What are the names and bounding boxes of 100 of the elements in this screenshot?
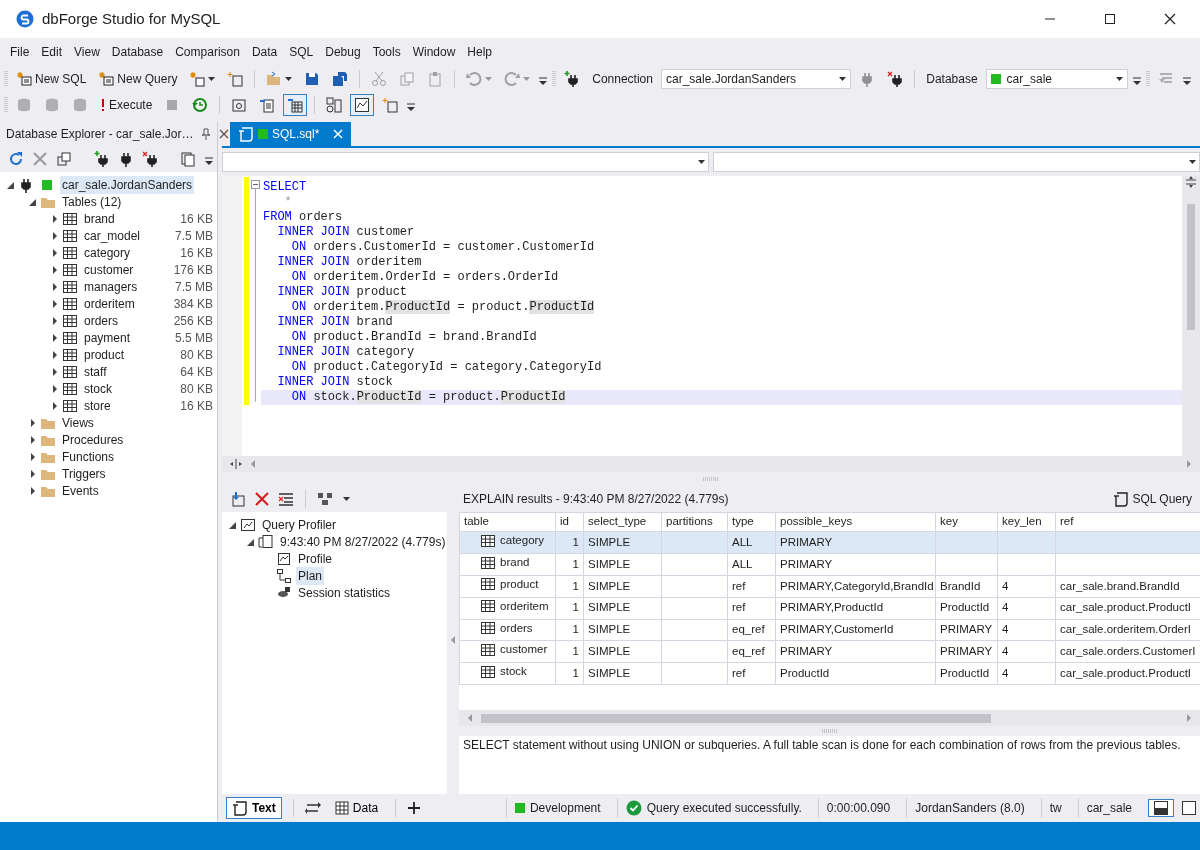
menu-item[interactable]: SQL	[283, 41, 320, 63]
splitter-icon[interactable]	[1185, 176, 1197, 188]
menu-item[interactable]: View	[68, 41, 106, 63]
toolbar-button[interactable]: New SQL	[12, 68, 91, 90]
tree-item[interactable]: Tables (12)	[60, 192, 124, 211]
splitter-icon[interactable]	[230, 458, 242, 470]
close-icon[interactable]	[219, 129, 230, 139]
column-header[interactable]: possible_keys	[775, 512, 936, 532]
swap-icon[interactable]	[304, 800, 321, 816]
tree-item[interactable]: managers	[82, 277, 140, 296]
diagram-icon[interactable]	[317, 491, 335, 507]
table-cell: 1	[555, 619, 584, 641]
splitter-grip-icon[interactable]	[819, 726, 840, 736]
close-icon[interactable]	[1164, 13, 1176, 25]
column-header[interactable]: table	[459, 512, 556, 532]
table-cell[interactable]: category	[459, 531, 556, 554]
table-cell[interactable]: customer	[459, 640, 556, 663]
toolbar-grip-icon[interactable]	[1145, 70, 1150, 88]
menu-item[interactable]: Comparison	[169, 41, 246, 63]
column-header[interactable]: key	[935, 512, 998, 532]
tree-item[interactable]: store	[82, 396, 113, 415]
plug-icon[interactable]	[118, 151, 134, 167]
tree-item[interactable]: Views	[60, 413, 96, 432]
table-cell[interactable]: product	[459, 575, 556, 598]
table-icon	[480, 643, 496, 657]
table-cell[interactable]: orderitem	[459, 597, 556, 619]
pin-icon[interactable]	[201, 128, 212, 140]
tree-item[interactable]: Triggers	[60, 464, 108, 483]
panel-icon[interactable]	[1182, 801, 1196, 815]
column-header[interactable]: select_type	[583, 512, 662, 532]
scrollbar-thumb[interactable]	[1187, 204, 1195, 330]
sql-query-button[interactable]: SQL Query	[1109, 488, 1196, 510]
toolbar-button[interactable]	[350, 94, 375, 116]
table-cell[interactable]: brand	[459, 553, 556, 576]
caret-icon	[1189, 160, 1196, 164]
table-cell: 4	[997, 619, 1056, 641]
column-header[interactable]: ref	[1055, 512, 1200, 532]
tree-item[interactable]: Events	[60, 481, 101, 500]
tree-item[interactable]: orders	[82, 311, 120, 330]
column-header[interactable]: partitions	[661, 512, 728, 532]
dropdown-field[interactable]	[222, 152, 709, 172]
windows-icon[interactable]	[56, 151, 72, 167]
menu-item[interactable]: Data	[245, 41, 284, 63]
tree-item[interactable]: car_model	[82, 226, 143, 245]
tree-item[interactable]: Functions	[60, 447, 117, 466]
document-tab[interactable]: SQL.sql*	[230, 122, 352, 146]
maximize-icon[interactable]	[1104, 13, 1116, 25]
dropdown-field[interactable]: car_sale	[985, 69, 1128, 89]
scrollbar-thumb[interactable]	[481, 713, 991, 723]
delete-icon[interactable]	[254, 491, 270, 507]
table-icon	[334, 801, 349, 815]
tree-item[interactable]: Plan	[296, 566, 325, 585]
menu-item[interactable]: Help	[461, 41, 499, 63]
documents-icon[interactable]	[180, 151, 196, 167]
tree-item[interactable]: Session statistics	[296, 583, 393, 602]
toolbar-grip-icon[interactable]	[4, 96, 8, 114]
menu-item[interactable]: Debug	[319, 41, 367, 63]
menu-item[interactable]: Window	[406, 41, 462, 63]
splitter-grip-icon[interactable]	[701, 476, 721, 482]
code-line: ON product.CategoryId = category.CategoryId	[290, 360, 603, 375]
tree-item[interactable]: product	[82, 345, 127, 364]
tree-item[interactable]: category	[82, 243, 133, 262]
tree-item[interactable]: stock	[82, 379, 114, 398]
plug-remove-icon[interactable]	[142, 151, 158, 167]
tree-item[interactable]: staff	[82, 362, 109, 381]
tree-item[interactable]: customer	[82, 260, 136, 279]
toolbar-button[interactable]: New Query	[94, 68, 182, 90]
dropdown-field[interactable]: car_sale.JordanSanders	[660, 69, 852, 89]
tree-item[interactable]: car_sale.JordanSanders	[60, 175, 195, 194]
execute-button[interactable]: Execute	[96, 94, 157, 116]
dropdown-field[interactable]	[713, 152, 1200, 172]
column-header[interactable]: key_len	[997, 512, 1056, 532]
table-cell: SIMPLE	[583, 575, 662, 598]
view-tab[interactable]: Data	[328, 797, 385, 819]
tree-item[interactable]: brand	[82, 209, 117, 228]
tree-item[interactable]: orderitem	[82, 294, 137, 313]
view-tab[interactable]: Text	[226, 797, 282, 819]
tree-item[interactable]: Procedures	[60, 430, 126, 449]
status-text: 0:00:00.090	[826, 800, 891, 817]
collapse-icon[interactable]	[250, 180, 260, 189]
table-cell[interactable]: stock	[459, 662, 556, 685]
add-icon[interactable]	[407, 801, 422, 815]
refresh-icon[interactable]	[8, 151, 24, 167]
toolbar-grip-icon[interactable]	[552, 70, 557, 88]
column-header[interactable]: id	[555, 512, 584, 532]
caret-icon[interactable]	[343, 497, 350, 501]
tree-item[interactable]: Profile	[296, 549, 334, 568]
menu-item[interactable]: Tools	[366, 41, 407, 63]
toolbar-grip-icon[interactable]	[4, 70, 8, 88]
menu-item[interactable]: Edit	[35, 41, 69, 63]
tree-item[interactable]: payment	[82, 328, 133, 347]
menu-item[interactable]: File	[4, 41, 36, 63]
column-header[interactable]: type	[727, 512, 776, 532]
menu-item[interactable]: Database	[105, 41, 170, 63]
table-cell[interactable]: orders	[459, 619, 556, 641]
clear-list-icon[interactable]	[278, 491, 294, 507]
toggle-button[interactable]	[1148, 799, 1174, 817]
tree-item[interactable]: 9:43:40 PM 8/27/2022 (4.779s)	[278, 532, 448, 551]
plug-add-icon[interactable]	[94, 151, 110, 167]
tree-item[interactable]: Query Profiler	[260, 515, 339, 534]
